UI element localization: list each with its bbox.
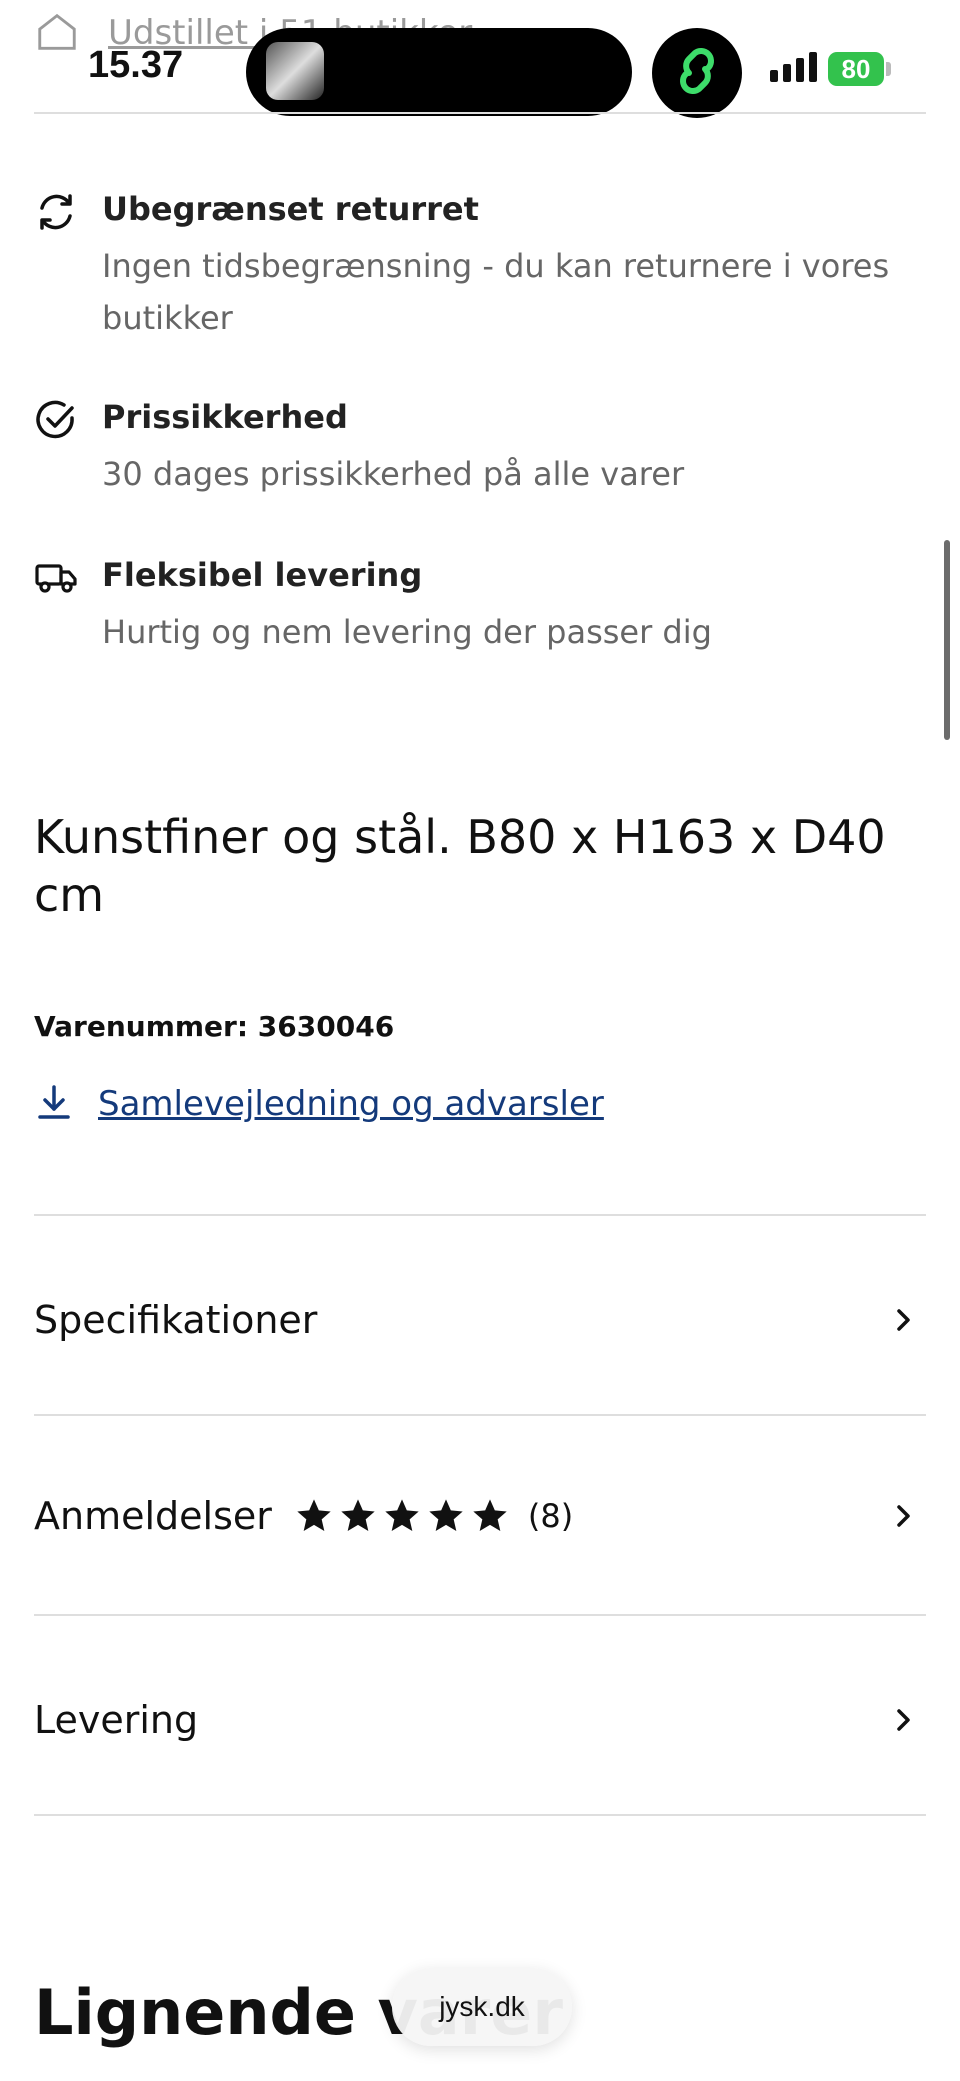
product-sku: Varenummer: 3630046 — [34, 1010, 395, 1043]
status-time: 15.37 — [88, 44, 184, 86]
assembly-manual-link[interactable]: Samlevejledning og advarsler — [34, 1082, 604, 1126]
delivery-label: Levering — [34, 1698, 199, 1742]
rating-stars — [294, 1496, 510, 1536]
feature-title: Fleksibel levering — [102, 556, 423, 594]
feature-title: Ubegrænset returret — [102, 190, 479, 228]
specifications-row[interactable]: Specifikationer — [34, 1270, 926, 1370]
feature-title: Prissikkerhed — [102, 398, 348, 436]
now-playing-thumbnail — [266, 42, 324, 100]
battery-level: 80 — [841, 53, 871, 84]
store-icon — [34, 8, 80, 58]
battery-tip — [886, 62, 891, 76]
battery-icon: 80 — [828, 52, 884, 86]
signal-icon — [770, 52, 817, 82]
check-circle-icon — [34, 398, 78, 442]
star-icon — [385, 1499, 419, 1531]
review-count: (8) — [527, 1497, 574, 1535]
chevron-right-icon — [888, 1305, 918, 1335]
product-description-title: Kunstfiner og stål. B80 x H163 x D40 cm — [34, 810, 886, 922]
refresh-icon — [34, 190, 78, 234]
feature-price-guarantee: Prissikkerhed 30 dages prissikkerhed på … — [34, 398, 926, 498]
truck-icon — [34, 556, 78, 600]
feature-description: Hurtig og nem levering der passer dig — [102, 613, 712, 651]
chevron-right-icon — [888, 1705, 918, 1735]
feature-returns: Ubegrænset returret Ingen tidsbegrænsnin… — [34, 190, 926, 340]
star-icon — [297, 1499, 331, 1531]
browser-url-pill[interactable]: jysk.dk — [392, 1968, 572, 2046]
star-icon — [429, 1499, 463, 1531]
scroll-indicator[interactable] — [944, 540, 950, 740]
assembly-manual-label[interactable]: Samlevejledning og advarsler — [98, 1084, 604, 1124]
reviews-row[interactable]: Anmeldelser (8) — [34, 1466, 926, 1566]
feature-delivery: Fleksibel levering Hurtig og nem leverin… — [34, 556, 926, 656]
download-icon — [34, 1082, 74, 1126]
divider — [34, 1814, 926, 1816]
feature-description: 30 dages prissikkerhed på alle varer — [102, 455, 685, 493]
star-icon — [473, 1499, 507, 1531]
divider — [34, 1214, 926, 1216]
divider — [34, 1614, 926, 1616]
app-bubble[interactable] — [652, 28, 742, 118]
reviews-label: Anmeldelser — [34, 1494, 272, 1538]
divider — [34, 112, 926, 114]
specifications-label: Specifikationer — [34, 1298, 318, 1342]
chevron-right-icon — [888, 1501, 918, 1531]
link-icon — [669, 43, 725, 103]
delivery-row[interactable]: Levering — [34, 1670, 926, 1770]
feature-description: Ingen tidsbegrænsning - du kan returnere… — [102, 247, 890, 337]
divider — [34, 1414, 926, 1416]
star-icon — [341, 1499, 375, 1531]
